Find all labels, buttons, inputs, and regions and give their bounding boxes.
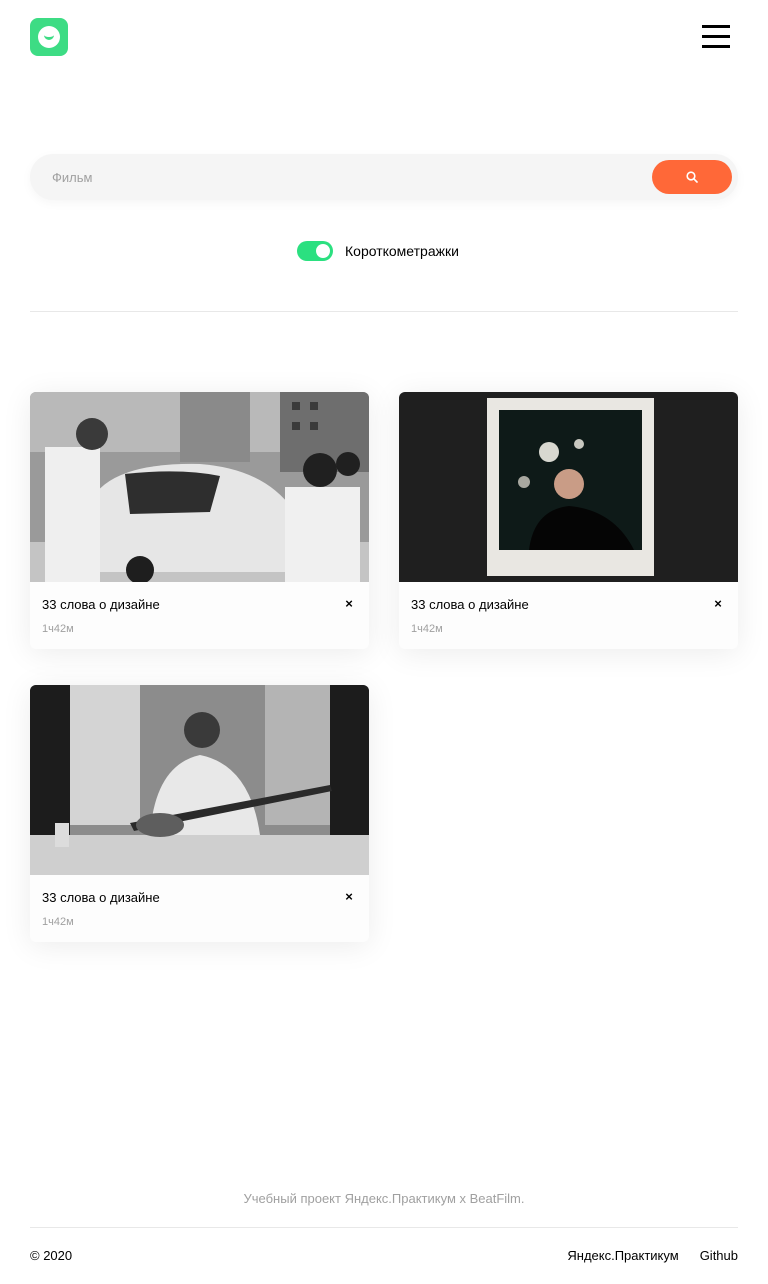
- smile-logo-icon: [38, 26, 60, 48]
- movie-poster: [399, 392, 738, 582]
- short-films-label: Короткометражки: [345, 243, 459, 259]
- movie-title: 33 слова о дизайне: [42, 597, 160, 612]
- movie-duration: 1ч42м: [42, 623, 74, 635]
- delete-icon[interactable]: ×: [341, 597, 357, 613]
- search-icon: [686, 171, 698, 183]
- movie-title: 33 слова о дизайне: [42, 890, 160, 905]
- footer-link-practicum[interactable]: Яндекс.Практикум: [567, 1248, 678, 1263]
- delete-icon[interactable]: ×: [710, 597, 726, 613]
- movie-duration: 1ч42м: [42, 916, 74, 928]
- delete-icon[interactable]: ×: [341, 890, 357, 906]
- footer-link-github[interactable]: Github: [700, 1248, 738, 1263]
- search-button[interactable]: [652, 160, 732, 194]
- movie-card[interactable]: 33 слова о дизайне × 1ч42м: [30, 392, 369, 649]
- movie-title: 33 слова о дизайне: [411, 597, 529, 612]
- search-form: [30, 154, 738, 200]
- short-films-filter: Короткометражки: [297, 240, 459, 262]
- header: [30, 18, 738, 56]
- movie-poster: [30, 685, 369, 875]
- footer-links: Яндекс.Практикум Github: [567, 1248, 738, 1263]
- burger-menu-icon[interactable]: [702, 25, 730, 49]
- short-films-toggle[interactable]: [297, 241, 333, 261]
- divider: [30, 311, 738, 312]
- footer-note: Учебный проект Яндекс.Практикум х BeatFi…: [243, 1191, 525, 1206]
- movie-card[interactable]: 33 слова о дизайне × 1ч42м: [399, 392, 738, 649]
- footer-divider: [30, 1227, 738, 1228]
- toggle-knob: [316, 244, 330, 258]
- movie-duration: 1ч42м: [411, 623, 443, 635]
- copyright: © 2020: [30, 1248, 73, 1263]
- movie-poster: [30, 392, 369, 582]
- search-input[interactable]: [30, 154, 630, 200]
- logo[interactable]: [30, 18, 68, 56]
- movie-card[interactable]: 33 слова о дизайне × 1ч42м: [30, 685, 369, 942]
